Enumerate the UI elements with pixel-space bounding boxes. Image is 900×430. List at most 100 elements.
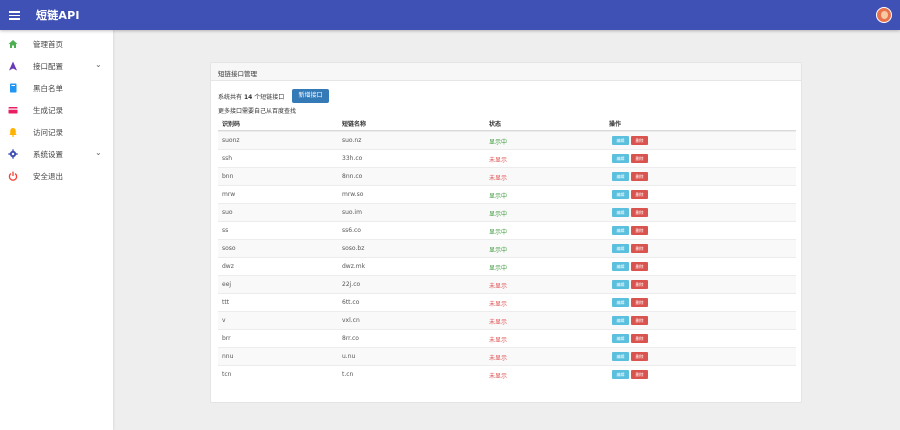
edit-button[interactable]: 编辑 [612, 316, 629, 325]
delete-button[interactable]: 删除 [631, 370, 648, 379]
column-header-actions: 操作 [609, 121, 622, 128]
row-name: ss6.co [342, 227, 361, 234]
row-status: 未显示 [489, 337, 508, 344]
power-icon [8, 171, 18, 181]
row-status: 未显示 [489, 301, 508, 308]
sidebar-item-logout[interactable]: 安全退出 [0, 166, 113, 188]
row-id: eej [222, 281, 232, 288]
row-name: u.nu [342, 353, 356, 360]
edit-button[interactable]: 编辑 [612, 190, 629, 199]
edit-button[interactable]: 编辑 [612, 334, 629, 343]
row-id: suonz [222, 137, 240, 144]
row-name: t.cn [342, 371, 354, 378]
delete-button[interactable]: 删除 [631, 208, 648, 217]
delete-button[interactable]: 删除 [631, 316, 648, 325]
delete-button[interactable]: 删除 [631, 154, 648, 163]
row-name: 33h.co [342, 155, 363, 162]
row-id: bnn [222, 173, 234, 180]
table-row: ss ss6.co 显示中 编辑 删除 [218, 221, 796, 239]
delete-button[interactable]: 删除 [631, 352, 648, 361]
row-id: v [222, 317, 226, 324]
table-row: mrw mrw.so 显示中 编辑 删除 [218, 185, 796, 203]
chevron-down-icon[interactable]: ⌄ [95, 60, 102, 69]
row-name: soso.bz [342, 245, 365, 252]
delete-button[interactable]: 删除 [631, 226, 648, 235]
row-status: 显示中 [489, 193, 508, 200]
delete-button[interactable]: 删除 [631, 136, 648, 145]
book-icon [10, 83, 17, 93]
delete-button[interactable]: 删除 [631, 280, 648, 289]
row-status: 未显示 [489, 157, 508, 164]
row-id: ssh [222, 155, 233, 162]
edit-button[interactable]: 编辑 [612, 352, 629, 361]
card-title: 短链接口管理 [218, 70, 257, 78]
sidebar-item-settings[interactable]: 系统设置 ⌄ [0, 144, 113, 166]
edit-button[interactable]: 编辑 [612, 208, 629, 217]
sidebar-item-label: 生成记录 [33, 106, 63, 115]
sidebar-item-generate-log[interactable]: 生成记录 [0, 100, 113, 122]
add-api-button[interactable]: 新增接口 [292, 89, 329, 103]
row-name: vxl.cn [342, 317, 360, 324]
user-avatar[interactable] [876, 7, 892, 23]
sidebar-item-label: 系统设置 [33, 150, 63, 159]
delete-button[interactable]: 删除 [631, 190, 648, 199]
table-row: eej 22j.co 未显示 编辑 删除 [218, 275, 796, 293]
hamburger-menu-icon[interactable] [9, 9, 21, 21]
row-status: 未显示 [489, 373, 508, 380]
sidebar-item-api-config[interactable]: 接口配置 ⌄ [0, 56, 113, 78]
sidebar-item-label: 访问记录 [33, 128, 63, 137]
bell-icon [9, 128, 17, 137]
table-row: nnu u.nu 未显示 编辑 删除 [218, 347, 796, 365]
sidebar-item-label: 接口配置 [33, 62, 63, 71]
column-header-name: 短链名称 [342, 121, 367, 128]
row-name: 22j.co [342, 281, 361, 288]
top-app-bar: 短链API [0, 0, 900, 30]
navigation-icon [9, 61, 17, 71]
row-status: 显示中 [489, 229, 508, 236]
edit-button[interactable]: 编辑 [612, 244, 629, 253]
api-management-card: 短链接口管理 系统共有 14 个短链接口 新增接口 更多接口需要自己从百度查找 … [210, 62, 802, 403]
edit-button[interactable]: 编辑 [612, 226, 629, 235]
edit-button[interactable]: 编辑 [612, 136, 629, 145]
table-row: ssh 33h.co 未显示 编辑 删除 [218, 149, 796, 167]
sidebar-item-label: 安全退出 [33, 172, 63, 181]
card-icon [8, 107, 18, 114]
row-name: suo.nz [342, 137, 362, 144]
column-header-status: 状态 [489, 121, 502, 128]
edit-button[interactable]: 编辑 [612, 280, 629, 289]
delete-button[interactable]: 删除 [631, 244, 648, 253]
row-status: 显示中 [489, 265, 508, 272]
edit-button[interactable]: 编辑 [612, 262, 629, 271]
chevron-down-icon[interactable]: ⌄ [95, 148, 102, 157]
sidebar-item-dashboard[interactable]: 管理首页 [0, 34, 113, 56]
row-status: 显示中 [489, 139, 508, 146]
delete-button[interactable]: 删除 [631, 334, 648, 343]
edit-button[interactable]: 编辑 [612, 172, 629, 181]
delete-button[interactable]: 删除 [631, 172, 648, 181]
sidebar-item-label: 管理首页 [33, 40, 63, 49]
delete-button[interactable]: 删除 [631, 262, 648, 271]
row-name: 8rr.co [342, 335, 359, 342]
sidebar-item-blacklist[interactable]: 黑白名单 [0, 78, 113, 100]
row-name: suo.im [342, 209, 362, 216]
row-status: 显示中 [489, 211, 508, 218]
card-header: 短链接口管理 [211, 63, 801, 81]
edit-button[interactable]: 编辑 [612, 298, 629, 307]
app-title: 短链API [36, 9, 80, 22]
edit-button[interactable]: 编辑 [612, 154, 629, 163]
row-id: suo [222, 209, 233, 216]
row-status: 显示中 [489, 247, 508, 254]
row-status: 未显示 [489, 175, 508, 182]
table-row: suonz suo.nz 显示中 编辑 删除 [218, 131, 796, 149]
sidebar-item-label: 黑白名单 [33, 84, 63, 93]
row-status: 未显示 [489, 319, 508, 326]
row-name: 6tt.co [342, 299, 360, 306]
row-name: dwz.mk [342, 263, 366, 270]
table-row: bnn 8nn.co 未显示 编辑 删除 [218, 167, 796, 185]
table-row: suo suo.im 显示中 编辑 删除 [218, 203, 796, 221]
sidebar-item-access-log[interactable]: 访问记录 [0, 122, 113, 144]
table-row: soso soso.bz 显示中 编辑 删除 [218, 239, 796, 257]
edit-button[interactable]: 编辑 [612, 370, 629, 379]
delete-button[interactable]: 删除 [631, 298, 648, 307]
row-status: 未显示 [489, 283, 508, 290]
